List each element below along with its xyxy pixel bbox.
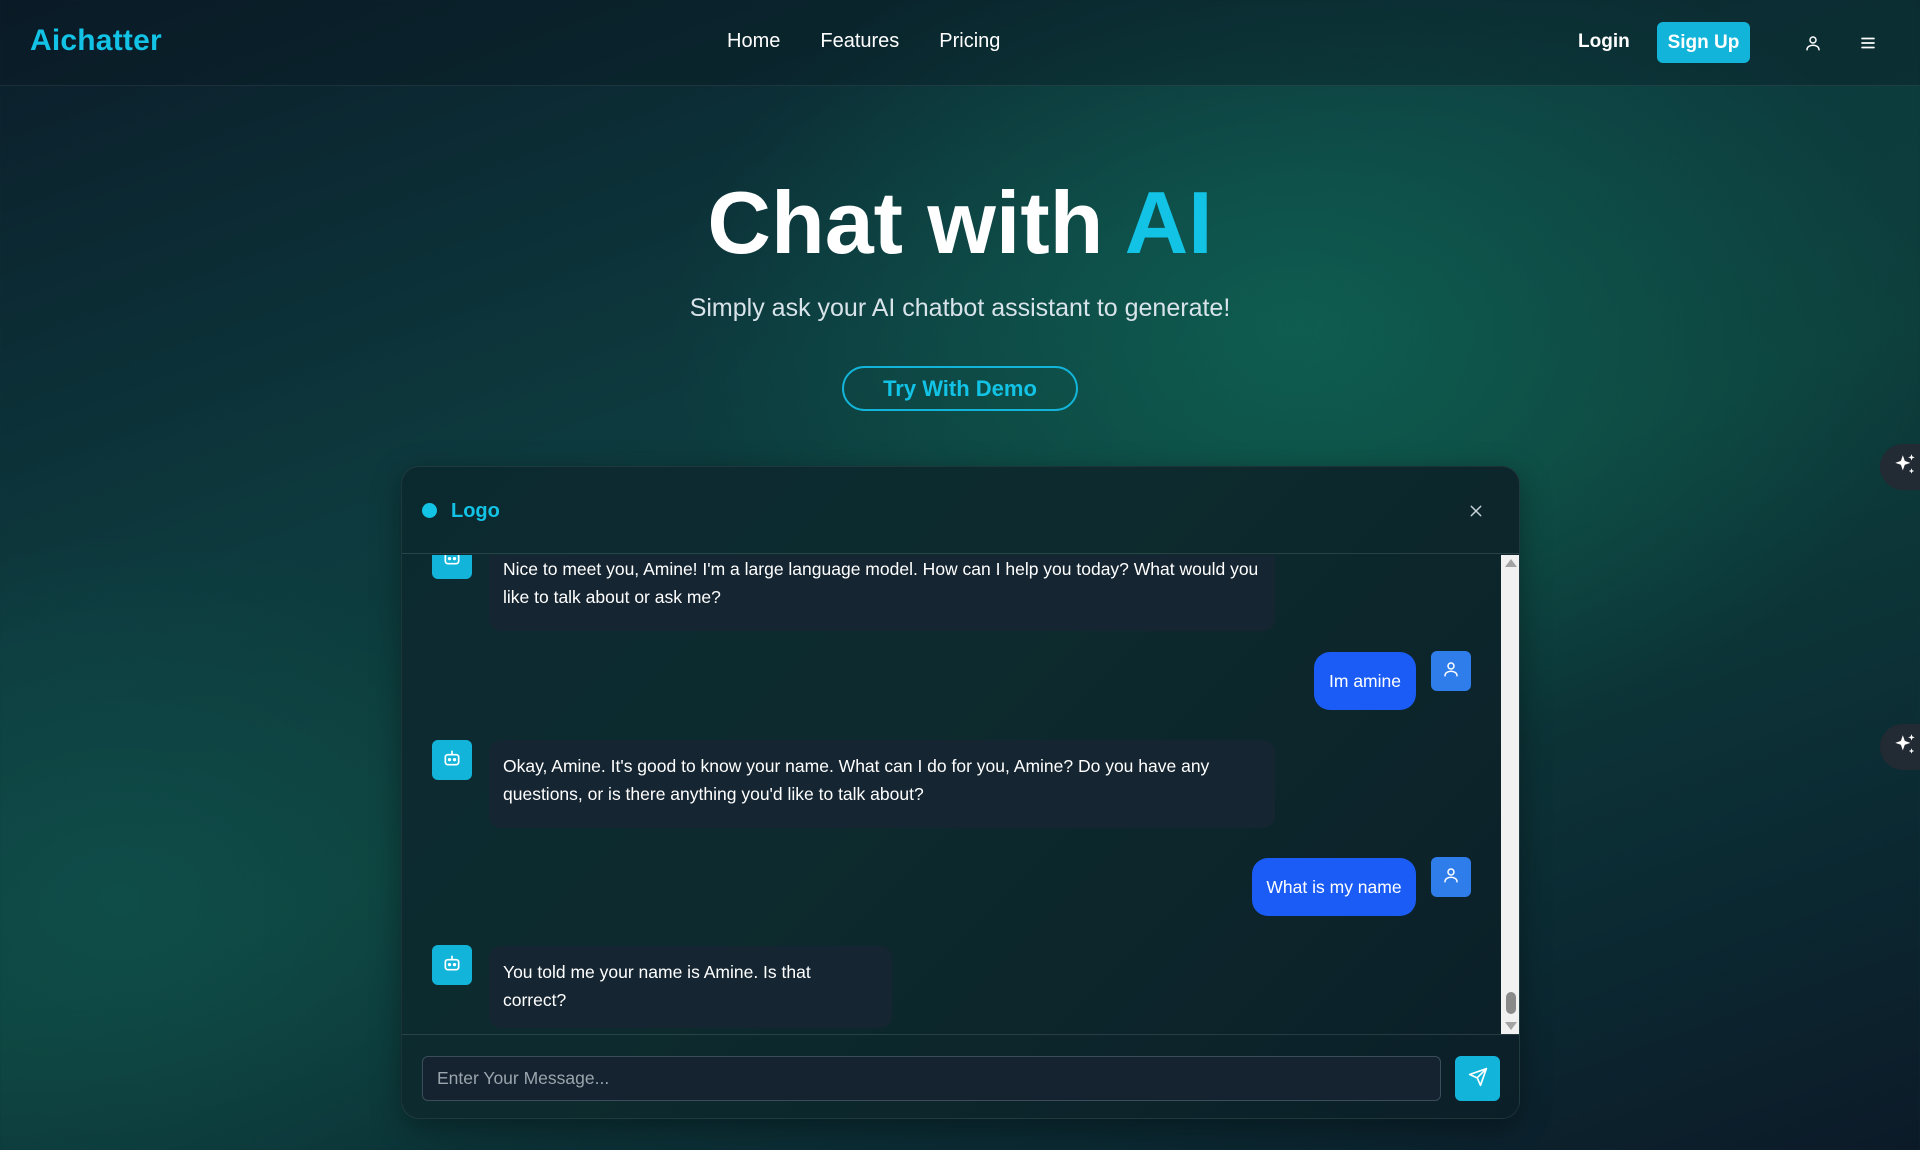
- hero-title-accent: AI: [1124, 173, 1213, 272]
- signup-button[interactable]: Sign Up: [1657, 22, 1750, 63]
- chat-scrollbar[interactable]: [1501, 555, 1519, 1034]
- nav-link-home[interactable]: Home: [727, 30, 780, 53]
- bot-message-line: You told me your name is Amine. Is that …: [503, 962, 811, 1010]
- bot-message-line: like to talk about or ask me?: [503, 587, 721, 607]
- sparkles-icon: [1892, 452, 1918, 483]
- floating-magic-button[interactable]: [1880, 444, 1920, 490]
- navbar: Aichatter Home Features Pricing Login Si…: [0, 0, 1920, 86]
- hero-title: Chat with AI: [0, 172, 1920, 274]
- floating-magic-button[interactable]: [1880, 724, 1920, 770]
- nav-links: Home Features Pricing: [727, 30, 1000, 53]
- close-icon[interactable]: [1462, 497, 1490, 525]
- user-avatar: [1431, 651, 1471, 691]
- bot-message: Okay, Amine. It's good to know your name…: [489, 740, 1275, 828]
- bot-message-line: questions, or is there anything you'd li…: [503, 784, 924, 804]
- chat-window: Logo Nice to meet you, Amine! I'm a larg…: [401, 466, 1520, 1119]
- user-icon: [1442, 660, 1460, 683]
- bot-avatar: [432, 555, 472, 579]
- nav-link-features[interactable]: Features: [820, 30, 899, 53]
- bot-message-line: Nice to meet you, Amine! I'm a large lan…: [503, 559, 1259, 579]
- scroll-down-arrow[interactable]: [1505, 1022, 1517, 1030]
- user-message: Im amine: [1314, 652, 1416, 710]
- bot-avatar: [432, 740, 472, 780]
- message-input[interactable]: [422, 1056, 1441, 1101]
- chat-logo: Logo: [451, 500, 500, 522]
- robot-icon: [442, 953, 462, 978]
- bot-avatar: [432, 945, 472, 985]
- send-button[interactable]: [1455, 1056, 1500, 1101]
- bot-message: Nice to meet you, Amine! I'm a large lan…: [489, 555, 1275, 631]
- login-link[interactable]: Login: [1578, 31, 1630, 53]
- hero-title-main: Chat with: [707, 173, 1125, 272]
- chat-header: Logo: [402, 467, 1519, 554]
- user-message: What is my name: [1252, 858, 1416, 916]
- scroll-up-arrow[interactable]: [1505, 559, 1517, 567]
- user-icon: [1442, 866, 1460, 889]
- nav-link-pricing[interactable]: Pricing: [939, 30, 1000, 53]
- send-icon: [1468, 1067, 1488, 1090]
- hero-subtitle: Simply ask your AI chatbot assistant to …: [689, 294, 1231, 322]
- brand-logo[interactable]: Aichatter: [30, 24, 162, 58]
- robot-icon: [442, 748, 462, 773]
- robot-icon: [442, 555, 462, 572]
- menu-icon[interactable]: [1855, 30, 1881, 56]
- try-demo-button[interactable]: Try With Demo: [842, 366, 1078, 411]
- bot-message: You told me your name is Amine. Is that …: [489, 946, 892, 1028]
- message-list[interactable]: Nice to meet you, Amine! I'm a large lan…: [402, 555, 1501, 1034]
- scroll-thumb[interactable]: [1506, 992, 1516, 1014]
- user-icon[interactable]: [1800, 30, 1826, 56]
- user-avatar: [1431, 857, 1471, 897]
- chat-input-area: [402, 1034, 1519, 1118]
- sparkles-icon: [1892, 732, 1918, 763]
- bot-message-line: Okay, Amine. It's good to know your name…: [503, 756, 1210, 776]
- status-dot: [422, 503, 437, 518]
